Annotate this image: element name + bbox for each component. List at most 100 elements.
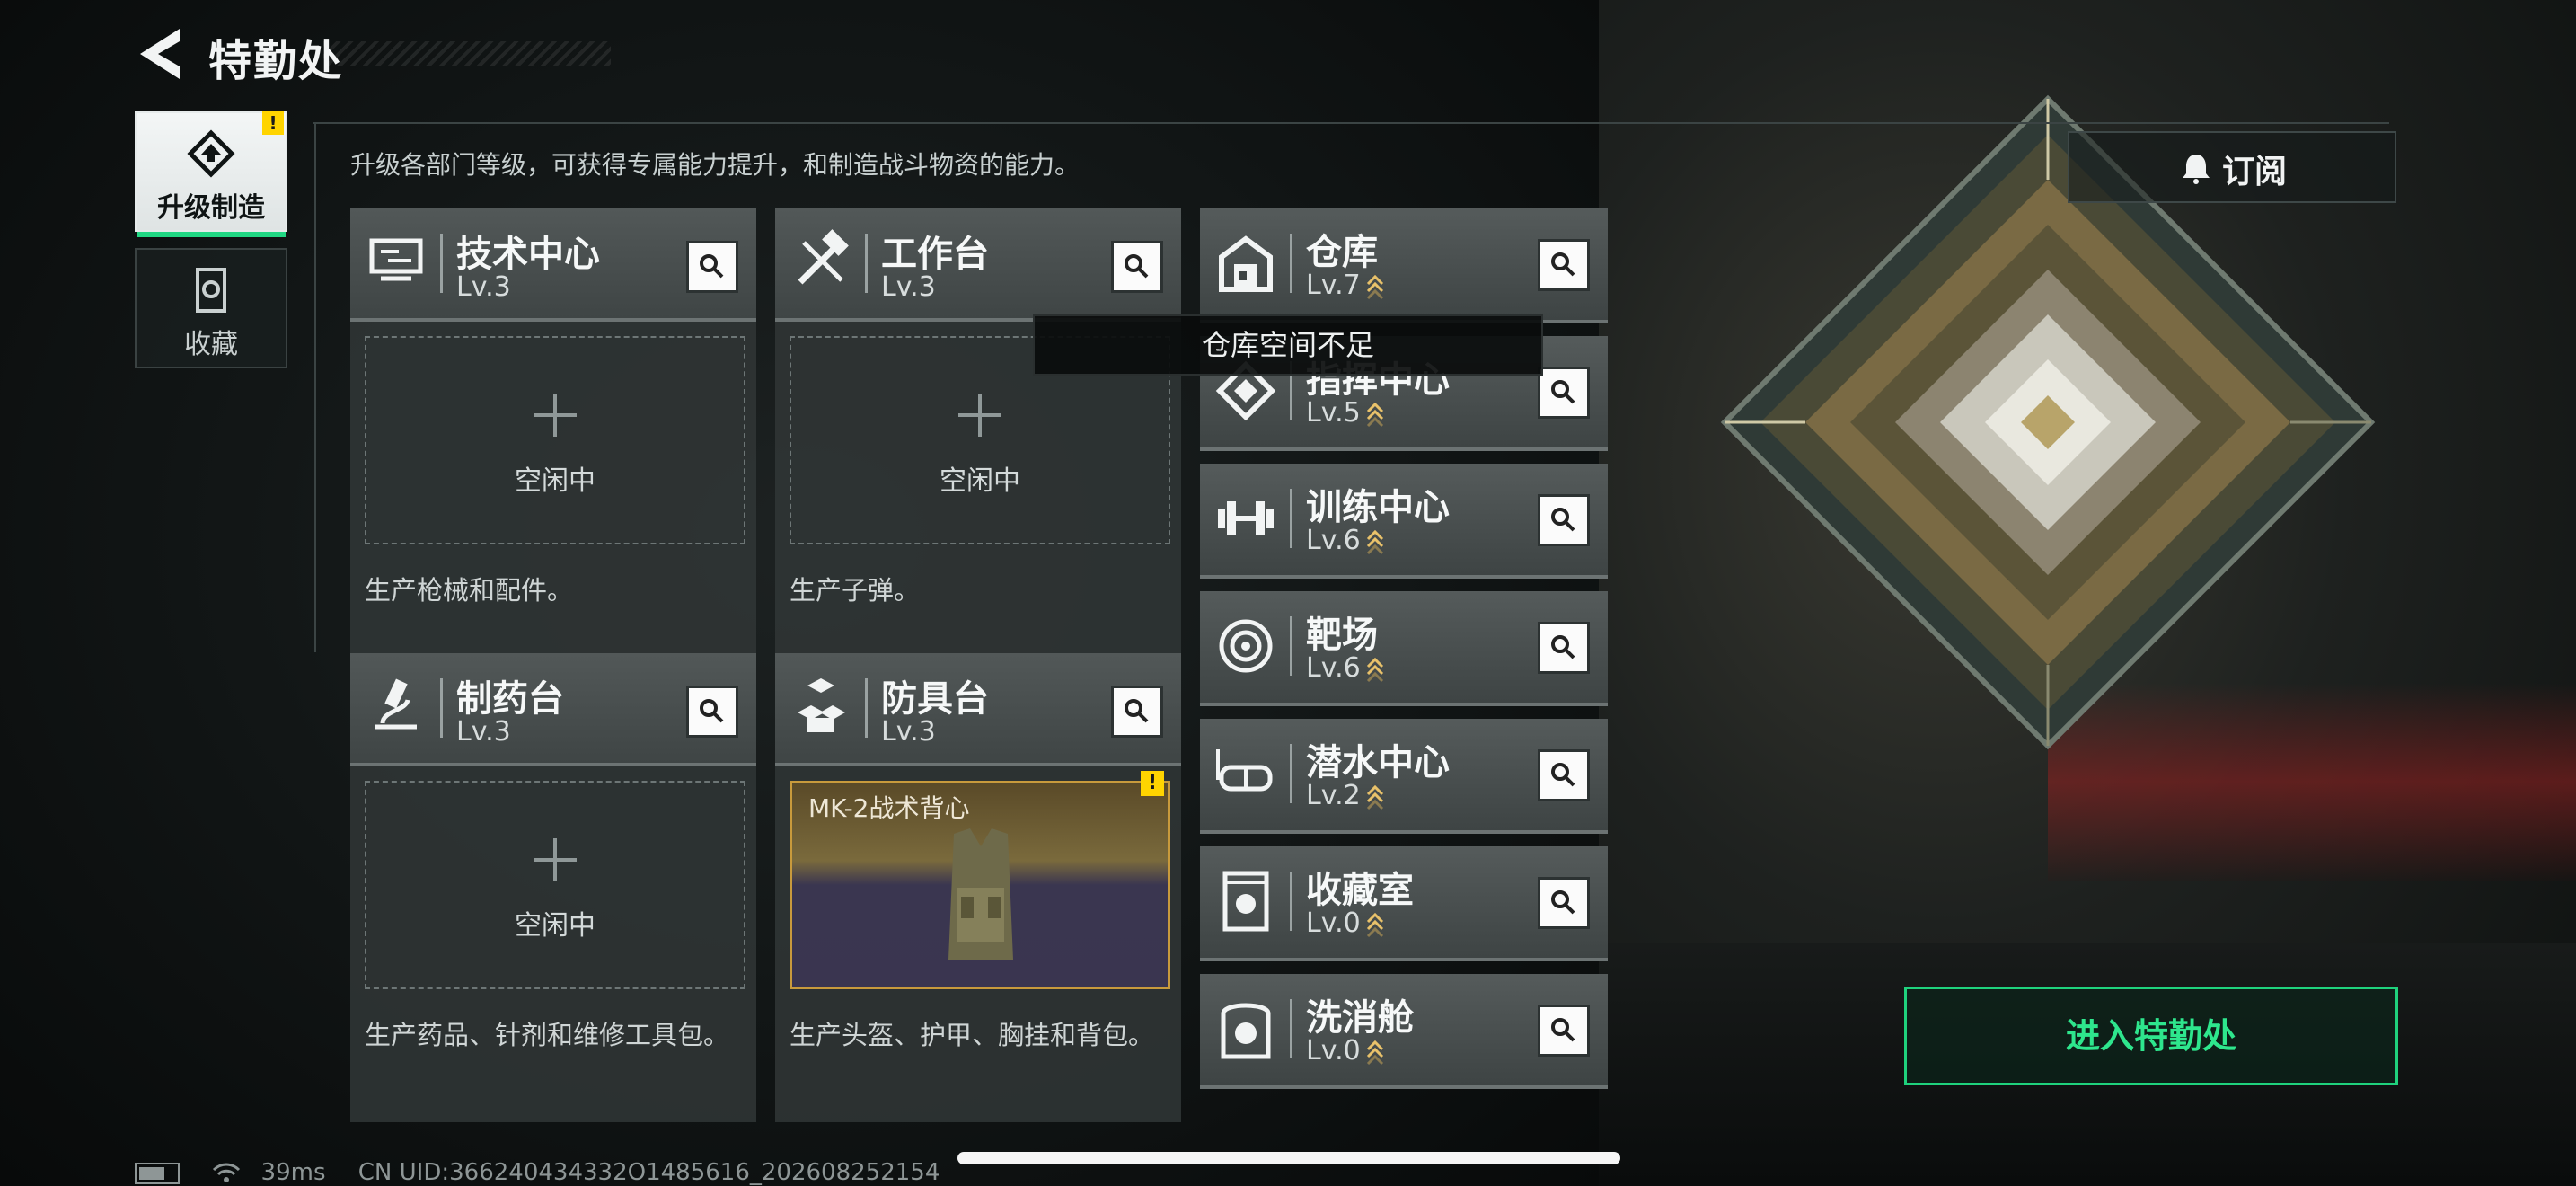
facility-collection-room[interactable]: 收藏室 Lv.0 <box>1200 846 1608 961</box>
content-divider <box>314 122 316 652</box>
armor-bench-icon <box>798 678 845 732</box>
wifi-icon <box>213 1163 241 1182</box>
inspect-button[interactable] <box>686 686 738 738</box>
station-level: Lv.3 <box>881 271 936 303</box>
facility-training-center[interactable]: 训练中心 Lv.6 <box>1200 464 1608 579</box>
station-body: 空闲中 生产枪械和配件。 <box>350 322 756 677</box>
facility-level-text: Lv.5 <box>1306 397 1361 429</box>
station-header[interactable]: 工作台 Lv.3 <box>775 208 1181 322</box>
facility-level-text: Lv.0 <box>1306 1035 1361 1067</box>
slot-status: 空闲中 <box>515 910 595 942</box>
nav-collection[interactable]: 收藏 <box>135 248 287 368</box>
collection-room-icon <box>1222 871 1269 932</box>
inspect-button[interactable] <box>1538 239 1590 291</box>
facility-warehouse[interactable]: 仓库 Lv.7 <box>1200 208 1608 323</box>
facility-level: Lv.0 <box>1306 1035 1384 1067</box>
training-center-icon <box>1218 501 1274 535</box>
header-separator <box>1290 234 1292 293</box>
search-icon <box>1551 635 1575 659</box>
search-icon <box>700 699 724 723</box>
facility-name: 训练中心 <box>1306 487 1450 528</box>
subscribe-button[interactable]: 订阅 <box>2068 131 2396 203</box>
station-description: 生产枪械和配件。 <box>365 575 574 606</box>
home-indicator[interactable] <box>957 1152 1620 1164</box>
shooting-range-icon <box>1219 619 1273 673</box>
facility-name: 潜水中心 <box>1306 742 1450 783</box>
search-icon <box>1551 890 1575 915</box>
nav-upgrade-craft[interactable]: 升级制造 ! <box>135 111 287 237</box>
inspect-button[interactable] <box>1538 622 1590 674</box>
station-card-armor-bench: 防具台 Lv.3 MK-2战术背心 生产头盔、护甲、胸挂和背包。 <box>775 653 1181 1122</box>
workbench-icon <box>798 229 849 285</box>
station-level: Lv.3 <box>456 716 511 748</box>
station-card-workbench: 工作台 Lv.3 空闲中 生产子弹。 <box>775 208 1181 677</box>
inspect-button[interactable] <box>686 241 738 293</box>
uid-text: CN UID:366240434332O1485616_202608252154 <box>357 1159 940 1186</box>
station-header[interactable]: 防具台 Lv.3 <box>775 653 1181 766</box>
inspect-button[interactable] <box>1538 877 1590 929</box>
inspect-button[interactable] <box>1111 686 1163 738</box>
nav-active-indicator <box>137 232 286 237</box>
facility-level: Lv.0 <box>1306 907 1384 939</box>
production-slot[interactable]: 空闲中 <box>365 336 745 544</box>
upgrade-chevron-icon <box>1366 1040 1383 1065</box>
page-subtitle: 升级各部门等级，可获得专属能力提升，和制造战斗物资的能力。 <box>350 150 1081 180</box>
nav-label-upgrade: 升级制造 <box>157 192 265 224</box>
facility-name: 收藏室 <box>1306 870 1414 911</box>
inspect-button[interactable] <box>1538 749 1590 801</box>
enter-special-ops-button[interactable]: 进入特勤处 <box>1904 987 2398 1085</box>
header-separator <box>865 678 868 738</box>
station-body: MK-2战术背心 生产头盔、护甲、胸挂和背包。 <box>775 766 1181 1122</box>
search-icon <box>1551 508 1575 532</box>
search-icon <box>700 254 724 279</box>
upgrade-chevron-icon <box>1366 274 1383 299</box>
inspect-button[interactable] <box>1538 367 1590 419</box>
station-name: 防具台 <box>881 678 989 720</box>
facility-level: Lv.5 <box>1306 397 1384 429</box>
inspect-button[interactable] <box>1538 494 1590 546</box>
header-divider <box>313 122 2389 124</box>
slot-status: 空闲中 <box>940 465 1020 497</box>
station-name: 制药台 <box>456 678 564 720</box>
upgrade-chevron-icon <box>1366 784 1383 810</box>
inspect-button[interactable] <box>1538 1005 1590 1057</box>
header-separator <box>865 234 868 293</box>
pharmacy-icon <box>375 678 417 730</box>
facility-decontamination[interactable]: 洗消舱 Lv.0 <box>1200 974 1608 1089</box>
status-bar: 39ms CN UID:366240434332O1485616_2026082… <box>135 1159 965 1186</box>
inspect-button[interactable] <box>1111 241 1163 293</box>
battery-icon <box>135 1162 180 1184</box>
crafting-item-name: MK-2战术背心 <box>808 793 970 823</box>
facility-level-text: Lv.0 <box>1306 907 1361 939</box>
production-slot[interactable]: 空闲中 <box>365 781 745 989</box>
upgrade-icon <box>187 129 235 178</box>
search-icon <box>1551 252 1575 277</box>
station-header[interactable]: 技术中心 Lv.3 <box>350 208 756 322</box>
facility-level: Lv.6 <box>1306 652 1384 684</box>
station-header[interactable]: 制药台 Lv.3 <box>350 653 756 766</box>
facility-level-text: Lv.7 <box>1306 270 1361 301</box>
header-separator <box>1290 616 1292 676</box>
header-separator <box>1290 872 1292 931</box>
upgrade-chevron-icon <box>1366 402 1383 427</box>
warehouse-full-tooltip: 仓库空间不足 <box>1033 314 1543 376</box>
search-icon <box>1125 254 1149 279</box>
facility-diving-center[interactable]: 潜水中心 Lv.2 <box>1200 719 1608 834</box>
header-separator <box>440 678 443 738</box>
search-icon <box>1551 1018 1575 1042</box>
diving-center-icon <box>1216 749 1273 792</box>
facility-level: Lv.7 <box>1306 270 1384 301</box>
plus-icon <box>958 394 1001 437</box>
facility-level-text: Lv.2 <box>1306 780 1361 811</box>
facility-shooting-range[interactable]: 靶场 Lv.6 <box>1200 591 1608 706</box>
tech-center-icon <box>369 238 423 281</box>
crafting-item-slot[interactable]: MK-2战术背心 <box>790 781 1170 989</box>
header-separator <box>1290 999 1292 1058</box>
search-icon <box>1551 763 1575 787</box>
facility-name: 洗消舱 <box>1306 997 1414 1039</box>
back-arrow-icon[interactable] <box>133 25 187 83</box>
header-separator <box>1290 744 1292 803</box>
upgrade-chevron-icon <box>1366 657 1383 682</box>
station-description: 生产头盔、护甲、胸挂和背包。 <box>790 1020 1155 1050</box>
station-description: 生产药品、针剂和维修工具包。 <box>365 1020 730 1050</box>
